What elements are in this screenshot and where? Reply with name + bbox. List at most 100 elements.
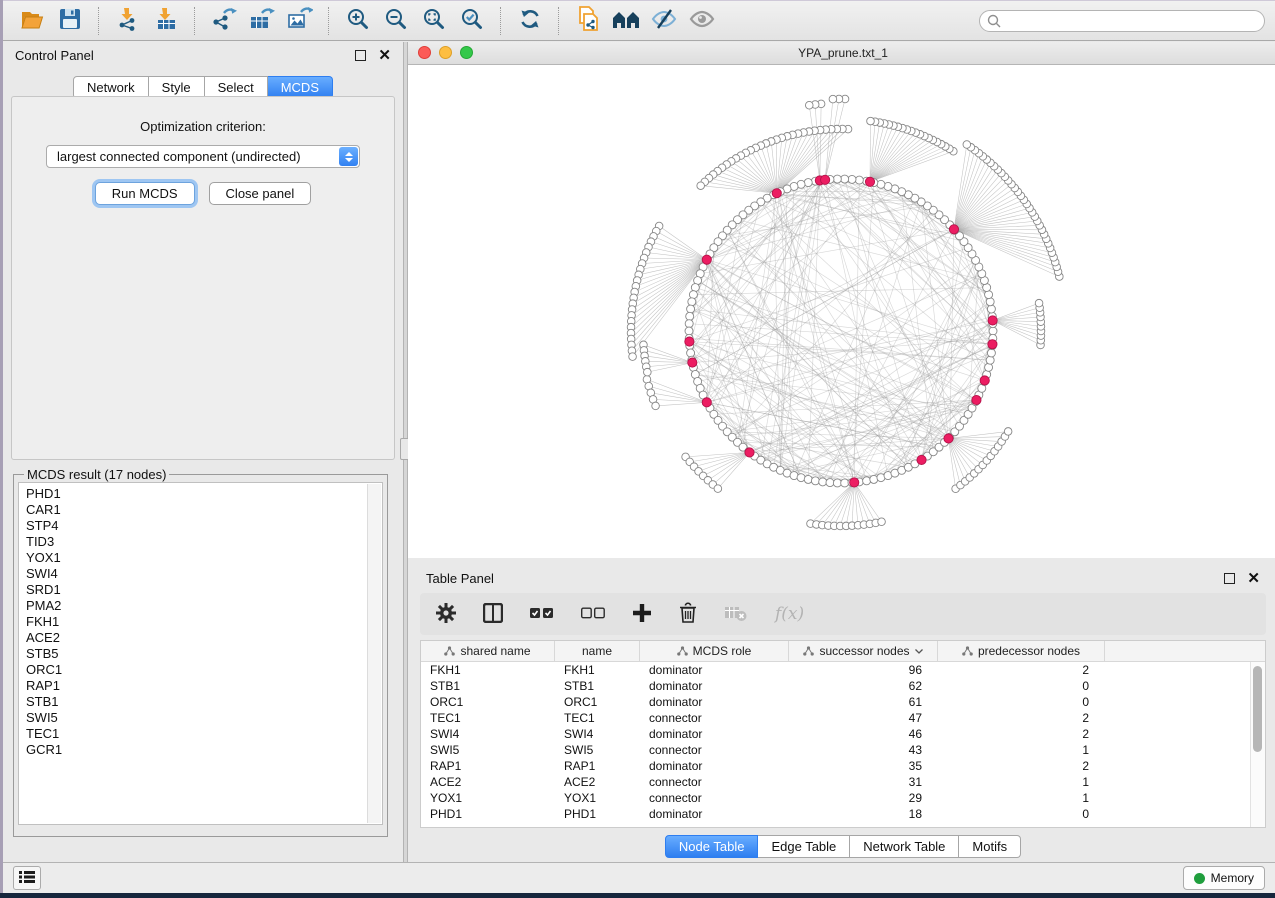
tab-edge-table[interactable]: Edge Table (758, 835, 850, 858)
network-node[interactable] (863, 477, 871, 485)
mcds-network-node[interactable] (702, 398, 711, 407)
column-header[interactable]: shared name (421, 641, 555, 661)
table-row[interactable]: FKH1FKH1dominator962 (421, 662, 1251, 678)
export-network-button[interactable] (205, 5, 243, 37)
zoom-window-icon[interactable] (460, 46, 473, 59)
mcds-result-item[interactable]: YOX1 (26, 550, 382, 566)
mcds-network-node[interactable] (685, 337, 694, 346)
network-node[interactable] (686, 312, 694, 320)
mcds-network-node[interactable] (772, 189, 781, 198)
apply-function-button[interactable]: f(x) (775, 604, 804, 624)
table-row[interactable]: SWI5SWI5connector431 (421, 742, 1251, 758)
table-scrollbar[interactable] (1250, 662, 1265, 827)
table-row[interactable]: TEC1TEC1connector472 (421, 710, 1251, 726)
refresh-button[interactable] (511, 5, 549, 37)
delete-table-button[interactable] (724, 604, 748, 625)
optimization-criterion-select[interactable]: largest connected component (undirected) (46, 145, 360, 168)
mcds-result-item[interactable]: RAP1 (26, 678, 382, 694)
network-node[interactable] (877, 180, 885, 188)
network-node[interactable] (804, 179, 812, 187)
select-all-button[interactable] (530, 607, 554, 622)
add-row-button[interactable] (632, 603, 652, 626)
network-node[interactable] (826, 479, 834, 487)
mcds-network-node[interactable] (949, 225, 958, 234)
network-node[interactable] (841, 175, 849, 183)
mcds-network-node[interactable] (980, 376, 989, 385)
show-all-button[interactable] (683, 5, 721, 37)
network-node[interactable] (685, 327, 693, 335)
column-header[interactable]: predecessor nodes (938, 641, 1105, 661)
mcds-network-node[interactable] (944, 434, 953, 443)
mcds-network-node[interactable] (865, 177, 874, 186)
network-node[interactable] (689, 291, 697, 299)
export-table-button[interactable] (243, 5, 281, 37)
close-window-icon[interactable] (418, 46, 431, 59)
table-row[interactable]: SWI4SWI4dominator462 (421, 726, 1251, 742)
first-neighbors-button[interactable] (607, 5, 645, 37)
delete-row-button[interactable] (679, 602, 697, 626)
network-node[interactable] (963, 141, 971, 149)
network-node[interactable] (629, 353, 637, 361)
network-node[interactable] (697, 182, 705, 190)
network-node[interactable] (1004, 428, 1012, 436)
network-node[interactable] (797, 474, 805, 482)
table-row[interactable]: ORC1ORC1dominator610 (421, 694, 1251, 710)
zoom-out-button[interactable] (377, 5, 415, 37)
network-node[interactable] (688, 298, 696, 306)
mcds-result-item[interactable]: SWI5 (26, 710, 382, 726)
mcds-network-node[interactable] (988, 340, 997, 349)
network-node[interactable] (878, 518, 886, 526)
save-session-button[interactable] (51, 5, 89, 37)
run-mcds-button[interactable]: Run MCDS (95, 182, 195, 205)
network-node[interactable] (987, 305, 995, 313)
mcds-result-item[interactable]: STB1 (26, 694, 382, 710)
network-canvas[interactable] (408, 65, 1275, 558)
network-node[interactable] (687, 305, 695, 313)
table-row[interactable]: RAP1RAP1dominator352 (421, 758, 1251, 774)
network-node[interactable] (714, 485, 722, 493)
mcds-result-item[interactable]: STP4 (26, 518, 382, 534)
column-header[interactable]: successor nodes (789, 641, 938, 661)
mcds-network-node[interactable] (688, 358, 697, 367)
mcds-network-node[interactable] (850, 478, 859, 487)
mcds-result-item[interactable]: GCR1 (26, 742, 382, 758)
network-node[interactable] (819, 478, 827, 486)
import-table-button[interactable] (147, 5, 185, 37)
network-node[interactable] (804, 475, 812, 483)
table-scrollbar-thumb[interactable] (1253, 666, 1262, 752)
network-node[interactable] (829, 95, 837, 103)
network-node[interactable] (985, 363, 993, 371)
network-node[interactable] (687, 349, 695, 357)
network-node[interactable] (841, 479, 849, 487)
mcds-result-item[interactable]: TID3 (26, 534, 382, 550)
table-row[interactable]: PHD1PHD1dominator180 (421, 806, 1251, 822)
search-input[interactable] (979, 10, 1265, 32)
zoom-fit-button[interactable] (415, 5, 453, 37)
mcds-result-item[interactable]: TEC1 (26, 726, 382, 742)
network-node[interactable] (833, 479, 841, 487)
tab-network-table[interactable]: Network Table (850, 835, 959, 858)
mcds-result-item[interactable]: PMA2 (26, 598, 382, 614)
import-network-button[interactable] (109, 5, 147, 37)
mcds-result-item[interactable]: SWI4 (26, 566, 382, 582)
network-window-titlebar[interactable]: YPA_prune.txt_1 (408, 42, 1275, 65)
mcds-network-node[interactable] (702, 255, 711, 264)
mcds-network-node[interactable] (821, 175, 830, 184)
show-panels-button[interactable] (13, 866, 41, 890)
show-columns-button[interactable] (483, 603, 503, 626)
float-panel-icon[interactable] (355, 50, 366, 61)
export-image-button[interactable] (281, 5, 319, 37)
table-row[interactable]: STB1STB1dominator620 (421, 678, 1251, 694)
open-file-button[interactable] (13, 5, 51, 37)
network-node[interactable] (848, 175, 856, 183)
mcds-network-node[interactable] (745, 448, 754, 457)
network-node[interactable] (987, 349, 995, 357)
close-panel-icon[interactable]: ✕ (378, 51, 391, 60)
mcds-network-node[interactable] (972, 395, 981, 404)
close-panel-icon[interactable]: ✕ (1247, 574, 1260, 583)
network-node[interactable] (989, 327, 997, 335)
zoom-selected-button[interactable] (453, 5, 491, 37)
network-node[interactable] (986, 298, 994, 306)
network-node[interactable] (867, 117, 875, 125)
network-node[interactable] (833, 175, 841, 183)
